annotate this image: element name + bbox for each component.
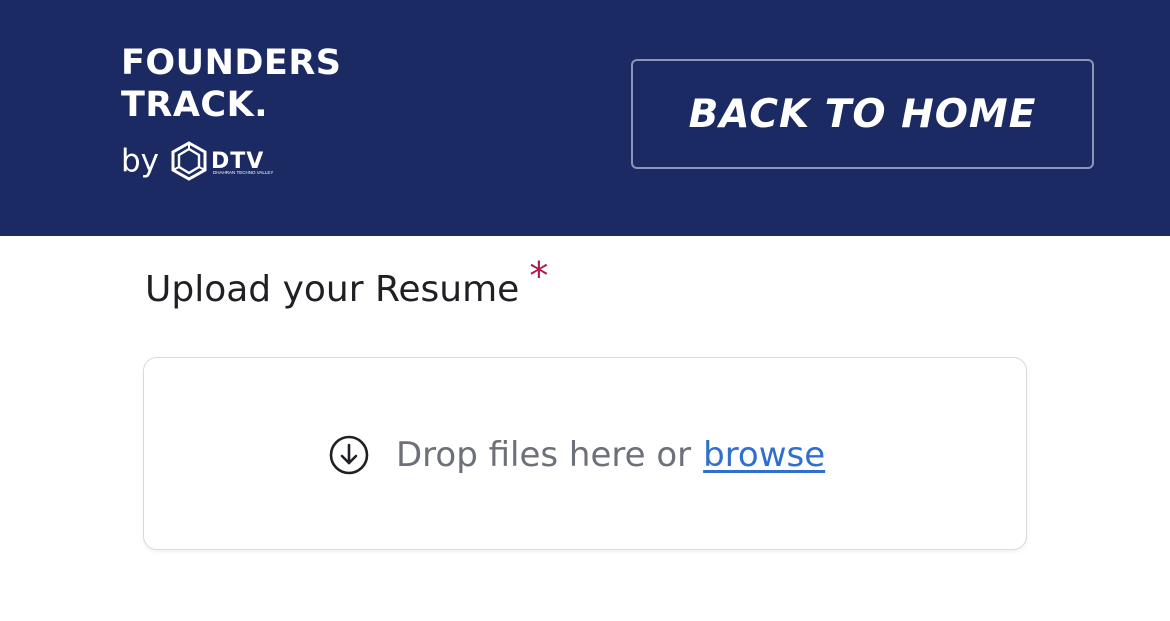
dropzone-text: Drop files here or xyxy=(396,435,692,475)
logo-byline: by DTV DHAHRAN TECHNO VALLEY xyxy=(121,138,275,184)
logo-line-2: TRACK. xyxy=(121,85,269,125)
logo-line-1: FOUNDERS xyxy=(121,43,342,83)
download-circle-icon xyxy=(329,435,369,475)
file-dropzone[interactable]: Drop files here or browse xyxy=(143,357,1027,550)
dtv-logo: DTV DHAHRAN TECHNO VALLEY xyxy=(169,138,275,184)
browse-link[interactable]: browse xyxy=(703,435,825,475)
resume-upload-label-text: Upload your Resume xyxy=(145,269,520,310)
back-to-home-button[interactable]: BACK TO HOME xyxy=(631,59,1094,169)
dropzone-prompt: Drop files here or browse xyxy=(328,434,825,476)
founders-track-logo[interactable]: FOUNDERS TRACK. by DTV DHAHRAN TECHNO VA… xyxy=(121,42,361,192)
resume-upload-label: Upload your Resume * xyxy=(145,254,548,314)
required-asterisk: * xyxy=(529,254,549,298)
dtv-subtitle: DHAHRAN TECHNO VALLEY xyxy=(213,170,274,175)
logo-by-text: by xyxy=(121,143,160,179)
dtv-hexagon-icon: DTV xyxy=(171,141,263,181)
site-header: FOUNDERS TRACK. by DTV DHAHRAN TECHNO VA… xyxy=(0,0,1170,236)
